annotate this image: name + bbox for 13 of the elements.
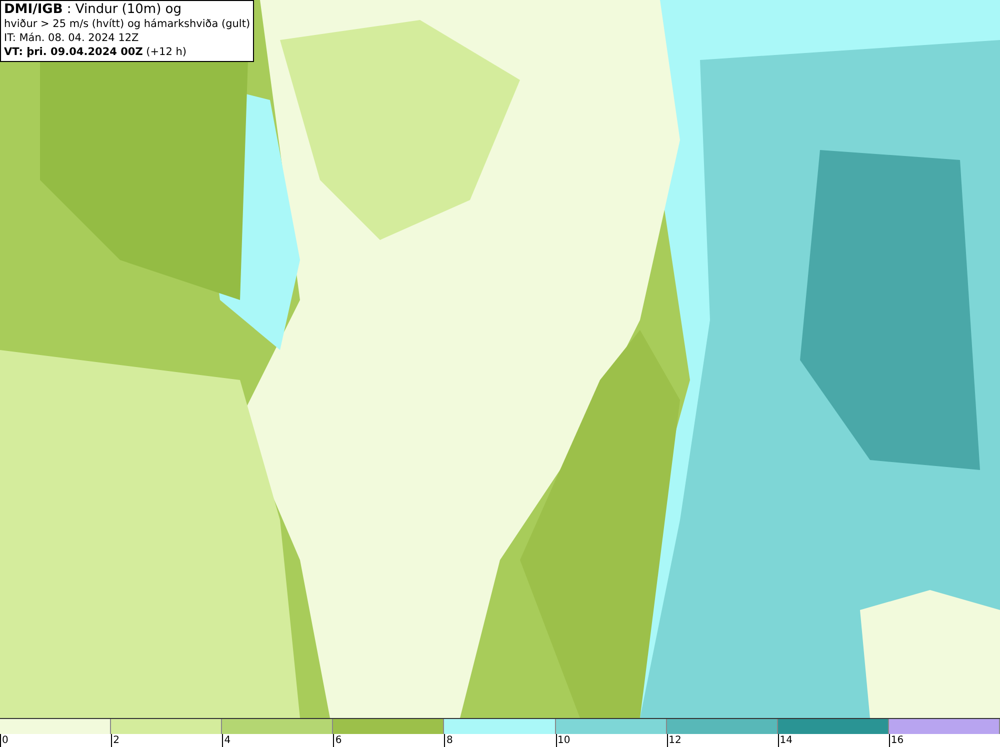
- map-caption-line: IT: Mán. 08. 04. 2024 12Z: [4, 31, 140, 45]
- legend-label: 2: [111, 734, 120, 747]
- map-caption-line: hviður > 25 m/s (hvítt) og hámarkshviða (gult): [4, 17, 250, 31]
- map-caption-line: DMI/IGB : Vindur (10m) og: [4, 3, 182, 17]
- legend-label: 12: [666, 734, 682, 747]
- legend-label: 14: [778, 734, 792, 747]
- map-caption-line: VT: þri. 09.04.2024 00Z (+12 h): [4, 45, 188, 59]
- legend-label: 4: [222, 734, 231, 747]
- legend-label: 0: [0, 734, 8, 747]
- legend-label: 6: [333, 734, 342, 747]
- legend-label: 8: [444, 734, 453, 747]
- legend-label: 16: [888, 734, 904, 747]
- legend-label: 10: [556, 734, 570, 747]
